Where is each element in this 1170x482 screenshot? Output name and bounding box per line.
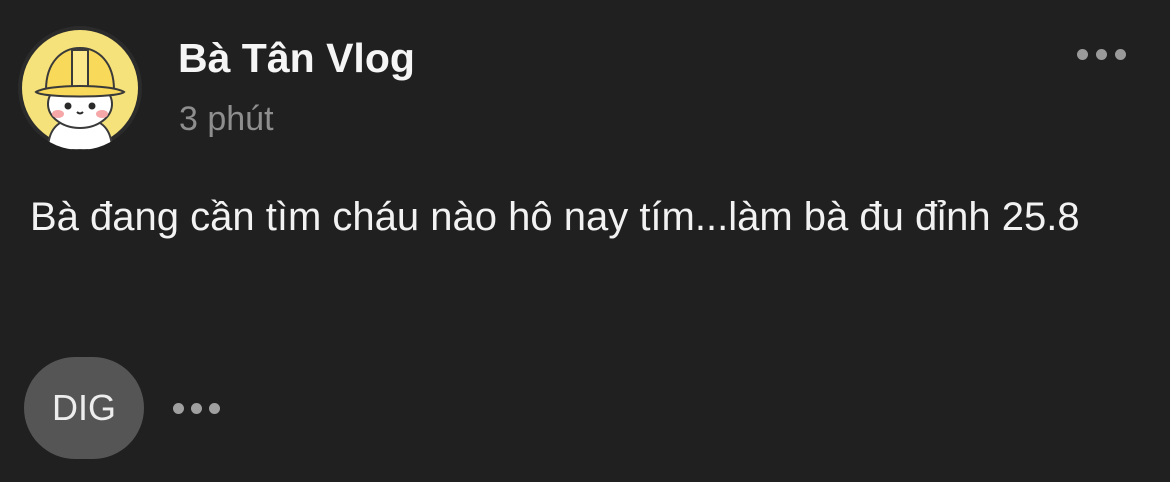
author-name[interactable]: Bà Tân Vlog [178, 34, 415, 82]
post-card: Bà Tân Vlog 3 phút Bà đang cần tìm cháu … [0, 0, 1170, 482]
reaction-label: DIG [51, 387, 116, 428]
post-timestamp: 3 phút [179, 100, 274, 138]
reaction-more-button[interactable] [164, 390, 228, 426]
more-horizontal-icon [1076, 48, 1126, 60]
hardhat-character-avatar-icon [18, 26, 142, 150]
author-avatar[interactable] [18, 26, 142, 150]
more-horizontal-icon [172, 402, 220, 414]
post-body-text: Bà đang cần tìm cháu nào hô nay tím...là… [30, 195, 1080, 239]
post-options-button[interactable] [1068, 36, 1134, 72]
reaction-button[interactable]: DIG [24, 357, 144, 459]
